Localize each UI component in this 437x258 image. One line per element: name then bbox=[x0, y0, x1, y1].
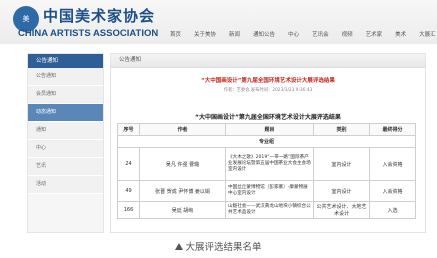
nav-item[interactable]: 新闻 bbox=[229, 30, 240, 38]
triangle-up-icon bbox=[175, 243, 184, 250]
cell-author: 张晋 贺成 尹怀博 姜以娟 bbox=[139, 180, 226, 202]
sidebar-item-active[interactable]: 动态通知 bbox=[28, 104, 103, 122]
cell-work: 《大木之歌》2019“一带一路”国际茶产业发展论坛暨第五届中国茶业大会主会场室内… bbox=[225, 147, 314, 181]
nav-item[interactable]: 通知公告 bbox=[253, 30, 275, 38]
sidebar-item[interactable]: 会员通知 bbox=[28, 86, 103, 104]
sidebar-item[interactable]: 中心 bbox=[28, 140, 103, 158]
main-panel: 公告通知 “大中国画设计”第九届全国环境艺术设计大展评选结果 作者：艺委会 发布… bbox=[110, 53, 426, 233]
nav-item[interactable]: 大展汇 bbox=[419, 30, 436, 38]
cell-no: 166 bbox=[117, 201, 140, 219]
cell-no: 49 bbox=[117, 180, 140, 202]
nav-item[interactable]: 艺讯会 bbox=[312, 30, 329, 38]
col-header-no: 序号 bbox=[117, 123, 140, 136]
cell-no: 24 bbox=[117, 147, 140, 181]
sidebar-item[interactable]: 活动 bbox=[28, 176, 103, 194]
main-nav: 首页 关于美协 新闻 通知公告 中心 艺讯会 视频 艺术家 美术 大展汇 bbox=[170, 30, 436, 38]
group-label: 专业组 bbox=[117, 135, 416, 148]
logo-chinese[interactable]: 中国美术家协会 bbox=[43, 5, 155, 26]
col-header-category: 类别 bbox=[313, 123, 370, 136]
logo-english[interactable]: CHINA ARTISTS ASSOCIATION bbox=[18, 28, 158, 39]
panel-header: 公告通知 bbox=[111, 54, 425, 68]
nav-item[interactable]: 中心 bbox=[288, 30, 299, 38]
article-title: “大中国画设计”第九届全国环境艺术设计大展评选结果 bbox=[201, 78, 335, 84]
cell-category: 室内设计 bbox=[313, 180, 370, 202]
nav-item[interactable]: 美术 bbox=[395, 30, 406, 38]
cell-author: 吴廷 胡峋 bbox=[139, 201, 226, 219]
article-meta: 作者：艺委会 发布时间：2023/3/23 9:36:43 bbox=[223, 88, 313, 93]
sidebar-item[interactable]: 通知 bbox=[28, 122, 103, 140]
col-header-author: 作者 bbox=[139, 123, 226, 136]
caption-text: 大展评选结果名单 bbox=[185, 242, 262, 253]
nav-item[interactable]: 关于美协 bbox=[194, 30, 216, 38]
col-header-score: 最终得分 bbox=[369, 123, 416, 136]
cell-category: 室内设计 bbox=[313, 147, 370, 181]
table-title: “大中国画设计”第九届全国环境艺术设计大展评选结果 bbox=[195, 114, 341, 121]
sidebar-item[interactable]: 公告通知 bbox=[28, 68, 103, 86]
cell-author: 吴凡 仵强 曹璐 bbox=[139, 147, 226, 181]
cell-work: 中国丝丘蒙博物馆（彭家寨）-康蒙物展中心室内设计 bbox=[225, 180, 314, 202]
nav-item[interactable]: 视频 bbox=[342, 30, 353, 38]
table-row: 24 吴凡 仵强 曹璐 《大木之歌》2019“一带一路”国际茶产业发展论坛暨第五… bbox=[117, 147, 416, 181]
col-header-title: 题目 bbox=[225, 123, 314, 136]
sidebar-item[interactable]: 艺讯 bbox=[28, 158, 103, 176]
nav-item[interactable]: 首页 bbox=[170, 30, 181, 38]
table-row: 166 吴廷 胡峋 山魅社会——武汉黄龙山地块小镇综合公共艺术品设计 公共艺术设… bbox=[117, 201, 416, 219]
site-header: 美 中国美术家协会 CHINA ARTISTS ASSOCIATION 首页 关… bbox=[0, 0, 437, 44]
cell-score: 入会资格 bbox=[369, 147, 416, 181]
sidebar: 公告通知 公告通知 会员通知 动态通知 通知 中心 艺讯 活动 bbox=[27, 53, 104, 233]
results-table: 序号 作者 题目 类别 最终得分 专业组 24 吴凡 仵强 曹璐 《大木之歌》2… bbox=[117, 123, 416, 219]
cell-work: 山魅社会——武汉黄龙山地块小镇综合公共艺术品设计 bbox=[225, 201, 314, 219]
table-row: 49 张晋 贺成 尹怀博 姜以娟 中国丝丘蒙博物馆（彭家寨）-康蒙物展中心室内设… bbox=[117, 180, 416, 202]
sidebar-header: 公告通知 bbox=[28, 54, 103, 68]
image-caption: 大展评选结果名单 bbox=[0, 239, 437, 253]
cell-category: 公共艺术设计、大地艺术设计 bbox=[313, 201, 370, 219]
nav-item[interactable]: 艺术家 bbox=[366, 30, 383, 38]
cell-score: 入选 bbox=[369, 201, 416, 219]
cell-score: 入会资格 bbox=[369, 180, 416, 202]
